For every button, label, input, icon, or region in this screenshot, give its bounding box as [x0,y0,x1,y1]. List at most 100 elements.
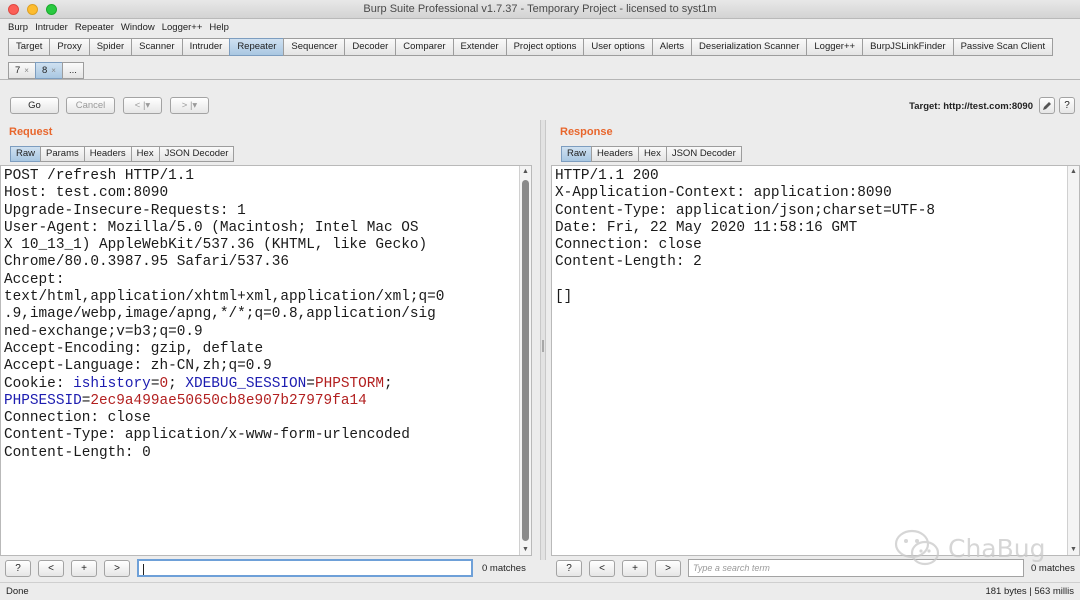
menu-burp[interactable]: Burp [8,22,28,33]
close-icon[interactable]: × [51,63,56,78]
repeater-tab-bar: 7 × 8 × ... [8,62,84,79]
tab-comparer[interactable]: Comparer [395,38,454,56]
watermark-text: ChaBug [948,534,1046,563]
scroll-down-icon[interactable]: ▼ [1068,546,1079,553]
tab-user-options[interactable]: User options [583,38,653,56]
tab-passive-scan-client[interactable]: Passive Scan Client [952,38,1054,56]
code-line: text/html,application/xhtml+xml,applicat… [4,289,445,306]
cookie-value: 0 [159,375,169,392]
response-search-prev-button[interactable]: < [589,560,615,577]
response-search-next-button[interactable]: > [655,560,681,577]
request-search-next-button[interactable]: > [104,560,130,577]
watermark: ChaBug [892,528,1052,568]
main-tab-bar: Target Proxy Spider Scanner Intruder Rep… [8,38,1054,56]
panel-splitter[interactable] [540,120,546,560]
new-tab-label: ... [68,65,77,76]
code-line: X-Application-Context: application:8090 [555,185,892,202]
request-search-help-button[interactable]: ? [5,560,31,577]
request-scrollbar[interactable]: ▲ ▼ [519,166,531,555]
code-line: Content-Type: application/json;charset=U… [555,202,935,219]
code-line: Content-Length: 2 [555,254,702,271]
repeater-tab-8[interactable]: 8 × [34,62,63,79]
request-search-input[interactable] [137,559,473,577]
tab-scanner[interactable]: Scanner [131,38,183,56]
cookie-line: PHPSESSID=2ec9a499ae50650cb8e907b27979fa… [4,393,444,410]
code-line: Content-Type: application/x-www-form-url… [4,427,410,444]
request-tab-json-decoder[interactable]: JSON Decoder [158,146,235,162]
scroll-thumb[interactable] [522,180,529,541]
response-title: Response [560,126,613,138]
request-search-add-button[interactable]: + [71,560,97,577]
tab-deserialization-scanner[interactable]: Deserialization Scanner [691,38,808,56]
menu-help[interactable]: Help [209,22,229,33]
request-editor[interactable]: POST /refresh HTTP/1.1 Host: test.com:809… [0,165,532,556]
new-repeater-tab[interactable]: ... [61,62,84,79]
tab-alerts[interactable]: Alerts [651,38,693,56]
cancel-button[interactable]: Cancel [66,97,115,114]
menu-logger[interactable]: Logger++ [162,22,203,33]
request-tab-hex[interactable]: Hex [130,146,160,162]
go-button[interactable]: Go [10,97,59,114]
response-search-help-button[interactable]: ? [556,560,582,577]
request-tab-raw[interactable]: Raw [10,146,42,162]
code-line: Host: test.com:8090 [4,185,169,202]
request-view-tabs: Raw Params Headers Hex JSON Decoder [10,146,235,162]
code-line: Accept-Language: zh-CN,zh;q=0.9 [4,358,272,375]
request-title: Request [9,126,53,138]
tab-target[interactable]: Target [8,38,51,56]
tab-sequencer[interactable]: Sequencer [283,38,346,56]
request-tab-headers[interactable]: Headers [83,146,132,162]
question-icon[interactable]: ? [1059,97,1075,114]
title-bar: Burp Suite Professional v1.7.37 - Tempor… [0,0,1080,19]
tab-decoder[interactable]: Decoder [344,38,397,56]
request-text[interactable]: POST /refresh HTTP/1.1 Host: test.com:809… [4,168,444,462]
menu-repeater[interactable]: Repeater [75,22,114,33]
repeater-tab-label: 7 [15,65,21,76]
code-line: [] [555,289,573,306]
response-tab-json-decoder[interactable]: JSON Decoder [665,146,742,162]
menu-intruder[interactable]: Intruder [35,22,68,33]
response-view-tabs: Raw Headers Hex JSON Decoder [561,146,742,162]
repeater-tab-7[interactable]: 7 × [8,62,36,79]
response-editor[interactable]: HTTP/1.1 200 X-Application-Context: appli… [551,165,1080,556]
back-button[interactable]: < |▾ [123,97,162,114]
scroll-down-icon[interactable]: ▼ [520,546,531,553]
menu-window[interactable]: Window [121,22,155,33]
target-label: Target: http://test.com:8090 [909,101,1033,112]
response-scrollbar[interactable]: ▲ ▼ [1067,166,1079,555]
response-tab-headers[interactable]: Headers [591,146,639,162]
code-line: Upgrade-Insecure-Requests: 1 [4,202,246,219]
scroll-up-icon[interactable]: ▲ [1068,168,1079,175]
code-line: POST /refresh HTTP/1.1 [4,168,194,184]
request-search-prev-button[interactable]: < [38,560,64,577]
tab-spider[interactable]: Spider [88,38,133,56]
response-tab-raw[interactable]: Raw [561,146,593,162]
tab-burpjslinkfinder[interactable]: BurpJSLinkFinder [862,38,954,56]
forward-button[interactable]: > |▾ [170,97,209,114]
code-line: User-Agent: Mozilla/5.0 (Macintosh; Inte… [4,219,419,236]
wechat-icon [894,529,940,566]
tab-intruder[interactable]: Intruder [181,38,231,56]
pencil-icon[interactable] [1039,97,1055,114]
close-icon[interactable]: × [24,63,29,78]
cookie-equals: = [306,375,315,392]
response-search-add-button[interactable]: + [622,560,648,577]
tab-repeater[interactable]: Repeater [229,38,285,56]
cookie-separator: ; [168,375,186,392]
text-cursor [143,564,144,576]
status-text: Done [6,586,29,597]
menu-bar: Burp Intruder Repeater Window Logger++ H… [0,19,1080,35]
tab-extender[interactable]: Extender [452,38,507,56]
request-tab-params[interactable]: Params [40,146,85,162]
response-tab-hex[interactable]: Hex [637,146,667,162]
code-line: Accept: [4,271,65,288]
code-line: HTTP/1.1 200 [555,168,659,184]
tab-project-options[interactable]: Project options [505,38,585,56]
tab-proxy[interactable]: Proxy [49,38,90,56]
scroll-up-icon[interactable]: ▲ [520,168,531,175]
tab-logger[interactable]: Logger++ [806,38,864,56]
cookie-line: Cookie: ishistory=0; XDEBUG_SESSION=PHPS… [4,376,444,393]
code-line: Connection: close [555,237,702,254]
response-text[interactable]: HTTP/1.1 200 X-Application-Context: appli… [555,168,935,306]
search-placeholder: Type a search term [693,563,770,573]
